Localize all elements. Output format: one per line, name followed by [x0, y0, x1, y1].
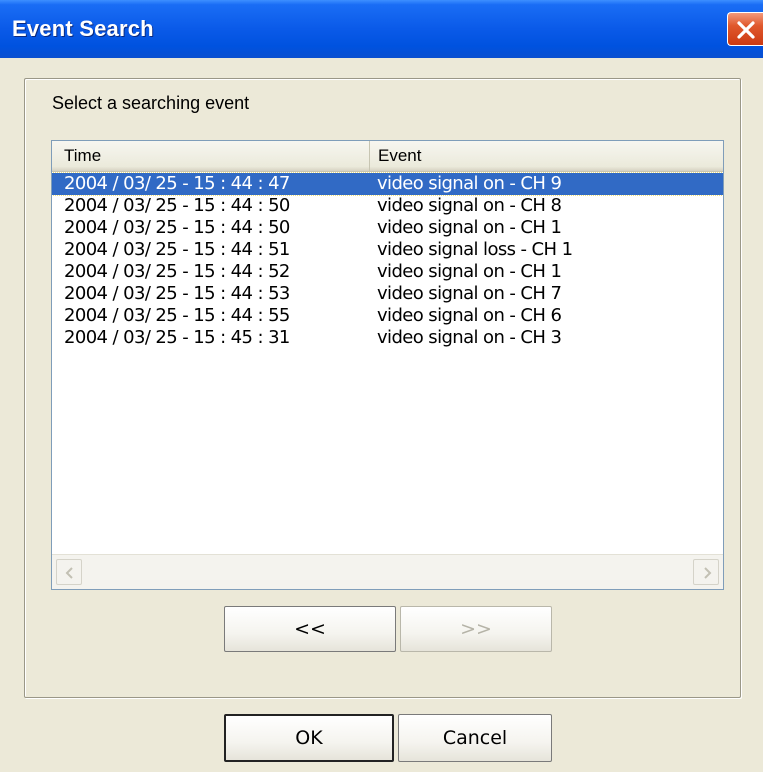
ok-button[interactable]: OK: [224, 714, 394, 762]
table-row[interactable]: 2004 / 03/ 25 - 15 : 44 : 52 video signal…: [52, 261, 723, 283]
event-search-dialog: Event Search Select a searching event Ti…: [0, 0, 763, 772]
event-time-cell: 2004 / 03/ 25 - 15 : 44 : 50: [64, 217, 290, 238]
table-row[interactable]: 2004 / 03/ 25 - 15 : 44 : 50 video signal…: [52, 217, 723, 239]
chevron-right-icon: [704, 567, 712, 579]
next-page-button[interactable]: >>: [400, 606, 552, 652]
horizontal-scrollbar[interactable]: [52, 554, 723, 589]
event-description-cell: video signal on - CH 9: [377, 173, 562, 194]
table-row[interactable]: 2004 / 03/ 25 - 15 : 44 : 47 video signal…: [52, 172, 723, 196]
event-time-cell: 2004 / 03/ 25 - 15 : 44 : 47: [64, 173, 290, 194]
event-description-cell: video signal on - CH 3: [377, 327, 562, 348]
previous-page-button[interactable]: <<: [224, 606, 396, 652]
window-title: Event Search: [12, 16, 154, 41]
event-description-cell: video signal on - CH 1: [377, 261, 562, 282]
event-list[interactable]: Time Event 2004 / 03/ 25 - 15 : 44 : 47 v…: [51, 140, 724, 590]
column-header-event[interactable]: Event: [370, 141, 723, 171]
table-row[interactable]: 2004 / 03/ 25 - 15 : 44 : 50 video signal…: [52, 195, 723, 217]
scroll-right-button[interactable]: [693, 559, 719, 585]
list-body: 2004 / 03/ 25 - 15 : 44 : 47 video signal…: [52, 172, 723, 349]
event-time-cell: 2004 / 03/ 25 - 15 : 44 : 52: [64, 261, 290, 282]
event-time-cell: 2004 / 03/ 25 - 15 : 44 : 50: [64, 195, 290, 216]
column-header-time[interactable]: Time: [52, 141, 370, 171]
event-time-cell: 2004 / 03/ 25 - 15 : 44 : 51: [64, 239, 290, 260]
chevron-left-icon: [65, 567, 73, 579]
event-description-cell: video signal loss - CH 1: [377, 239, 573, 260]
close-button[interactable]: [727, 12, 763, 46]
event-description-cell: video signal on - CH 1: [377, 217, 562, 238]
table-row[interactable]: 2004 / 03/ 25 - 15 : 44 : 53 video signal…: [52, 283, 723, 305]
event-description-cell: video signal on - CH 6: [377, 305, 562, 326]
title-bar[interactable]: Event Search: [0, 0, 763, 58]
cancel-button[interactable]: Cancel: [398, 714, 552, 762]
event-time-cell: 2004 / 03/ 25 - 15 : 45 : 31: [64, 327, 290, 348]
event-time-cell: 2004 / 03/ 25 - 15 : 44 : 55: [64, 305, 290, 326]
table-row[interactable]: 2004 / 03/ 25 - 15 : 44 : 51 video signal…: [52, 239, 723, 261]
close-icon: [737, 21, 755, 39]
group-label: Select a searching event: [52, 93, 250, 113]
event-time-cell: 2004 / 03/ 25 - 15 : 44 : 53: [64, 283, 290, 304]
scroll-left-button[interactable]: [56, 559, 82, 585]
table-row[interactable]: 2004 / 03/ 25 - 15 : 45 : 31 video signal…: [52, 327, 723, 349]
list-header: Time Event: [52, 141, 723, 172]
event-description-cell: video signal on - CH 8: [377, 195, 562, 216]
table-row[interactable]: 2004 / 03/ 25 - 15 : 44 : 55 video signal…: [52, 305, 723, 327]
event-description-cell: video signal on - CH 7: [377, 283, 562, 304]
